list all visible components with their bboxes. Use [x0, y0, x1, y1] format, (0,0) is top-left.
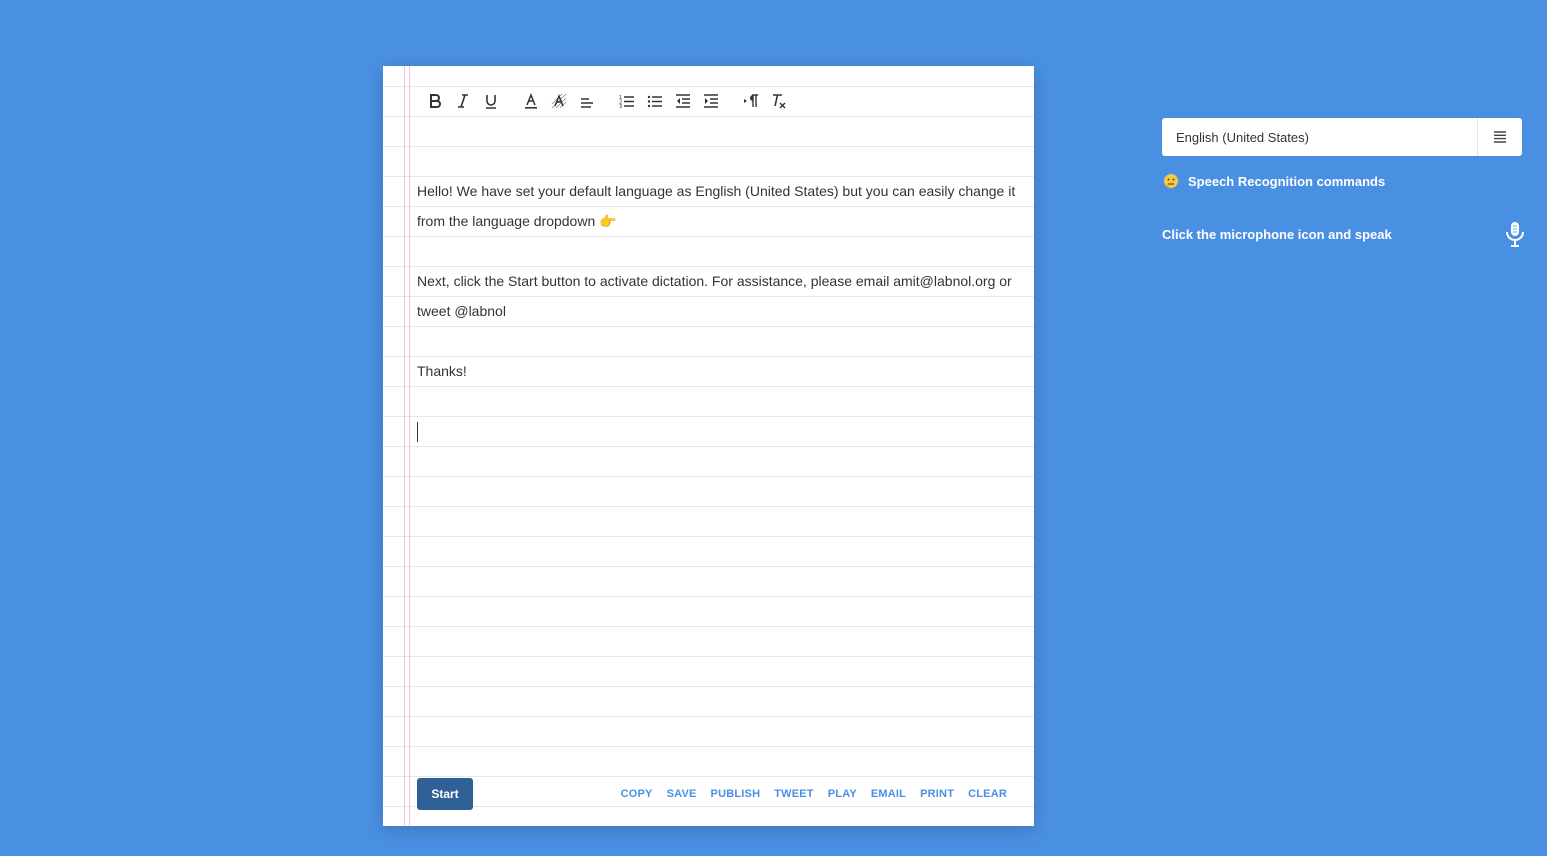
editor-paper: 123 Hello! We have set your default lang… — [383, 66, 1034, 826]
ordered-list-icon[interactable]: 123 — [613, 88, 641, 114]
indent-icon[interactable] — [697, 88, 725, 114]
editor-text: Thanks! — [417, 363, 467, 379]
thinking-face-icon — [1162, 172, 1180, 190]
save-link[interactable]: SAVE — [667, 788, 697, 800]
background-color-icon[interactable] — [545, 88, 573, 114]
pointing-right-emoji-icon: 👉 — [599, 213, 617, 229]
underline-icon[interactable] — [477, 88, 505, 114]
align-icon[interactable] — [573, 88, 601, 114]
editor-paragraph: Hello! We have set your default language… — [417, 176, 1027, 236]
email-link[interactable]: EMAIL — [871, 788, 906, 800]
outdent-icon[interactable] — [669, 88, 697, 114]
menu-lines-icon[interactable] — [1477, 118, 1522, 156]
clear-format-icon[interactable] — [765, 88, 793, 114]
text-direction-icon[interactable] — [737, 88, 765, 114]
editor-text: Next, click the Start button to activate… — [417, 273, 1012, 319]
language-select-value: English (United States) — [1176, 129, 1309, 145]
copy-link[interactable]: COPY — [621, 788, 653, 800]
tweet-link[interactable]: TWEET — [774, 788, 814, 800]
editor-caret-line — [417, 416, 1027, 446]
italic-icon[interactable] — [449, 88, 477, 114]
microphone-hint: Click the microphone icon and speak — [1162, 227, 1392, 242]
print-link[interactable]: PRINT — [920, 788, 954, 800]
svg-text:3: 3 — [619, 104, 622, 110]
text-caret — [417, 422, 418, 443]
action-links: COPY SAVE PUBLISH TWEET PLAY EMAIL PRINT… — [621, 788, 1007, 800]
formatting-toolbar: 123 — [421, 88, 793, 114]
bold-icon[interactable] — [421, 88, 449, 114]
language-select[interactable]: English (United States) — [1162, 118, 1522, 156]
font-color-icon[interactable] — [517, 88, 545, 114]
paper-margin-line — [404, 66, 410, 826]
start-button[interactable]: Start — [417, 778, 473, 810]
bullet-list-icon[interactable] — [641, 88, 669, 114]
play-link[interactable]: PLAY — [828, 788, 857, 800]
editor-text: Hello! We have set your default language… — [417, 183, 1016, 229]
clear-link[interactable]: CLEAR — [968, 788, 1007, 800]
dictation-editor[interactable]: Hello! We have set your default language… — [417, 176, 1027, 476]
editor-action-bar: Start COPY SAVE PUBLISH TWEET PLAY EMAIL… — [417, 778, 1007, 810]
publish-link[interactable]: PUBLISH — [711, 788, 761, 800]
editor-paragraph: Thanks! — [417, 356, 1027, 386]
microphone-icon[interactable] — [1504, 220, 1526, 248]
speech-commands-link[interactable]: Speech Recognition commands — [1162, 172, 1385, 190]
editor-paragraph: Next, click the Start button to activate… — [417, 266, 1027, 326]
speech-commands-label: Speech Recognition commands — [1188, 173, 1386, 189]
